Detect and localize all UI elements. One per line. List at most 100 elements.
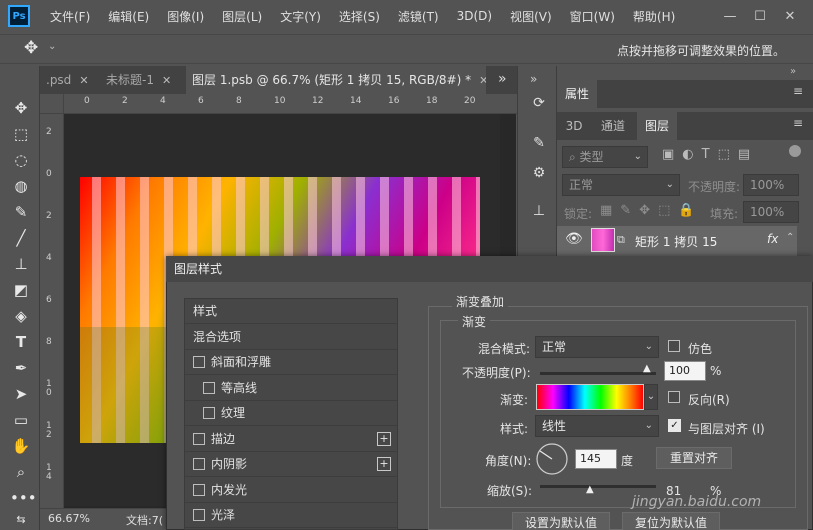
- menu-window[interactable]: 窗口(W): [570, 8, 615, 25]
- clone-source-icon[interactable]: ⊥: [528, 200, 550, 222]
- align-checkbox[interactable]: ✓: [668, 419, 681, 432]
- adjustments-icon[interactable]: ⚙: [528, 162, 550, 184]
- tab-layer1-psb[interactable]: 图层 1.psb @ 66.7% (矩形 1 拷贝 15, RGB/8#) * ✕: [186, 66, 486, 94]
- tab-properties[interactable]: 属性: [557, 80, 597, 108]
- opacity-field[interactable]: 100%: [743, 174, 799, 196]
- reverse-checkbox[interactable]: [668, 391, 680, 403]
- marquee-icon[interactable]: ⬚: [10, 124, 32, 144]
- lasso-icon[interactable]: ◌: [10, 150, 32, 170]
- style-checkbox[interactable]: [193, 458, 205, 470]
- style-list-item[interactable]: 纹理: [185, 401, 397, 426]
- fx-badge[interactable]: fx: [767, 232, 778, 246]
- move-tool-icon[interactable]: ✥: [24, 38, 38, 58]
- set-default-button[interactable]: 设置为默认值: [512, 512, 610, 530]
- opacity-input[interactable]: 100: [664, 361, 706, 381]
- close-icon[interactable]: ✕: [79, 74, 88, 87]
- filter-toggle-icon[interactable]: [789, 145, 801, 157]
- menu-select[interactable]: 选择(S): [339, 8, 380, 25]
- style-checkbox[interactable]: [193, 509, 205, 521]
- brush-icon[interactable]: ╱: [10, 228, 32, 248]
- add-icon[interactable]: +: [377, 431, 391, 446]
- style-list-item[interactable]: 光泽: [185, 503, 397, 528]
- layer-name[interactable]: 矩形 1 拷贝 15: [635, 233, 717, 250]
- blend-mode-select[interactable]: 正常 ⌄: [562, 174, 680, 196]
- history-icon[interactable]: ⟳: [528, 92, 550, 114]
- style-list-item[interactable]: 斜面和浮雕: [185, 350, 397, 375]
- tab-untitled[interactable]: 未标题-1 ✕: [100, 66, 184, 94]
- close-icon[interactable]: ✕: [162, 74, 171, 87]
- rectangle-icon[interactable]: ▭: [10, 410, 32, 430]
- style-dropdown[interactable]: 线性 ⌄: [535, 415, 659, 437]
- restore-button[interactable]: ☐: [745, 9, 775, 24]
- style-checkbox[interactable]: [203, 407, 215, 419]
- style-list-item[interactable]: 样式: [185, 299, 397, 324]
- angle-dial[interactable]: [535, 442, 569, 476]
- tab-layers[interactable]: 图层: [637, 112, 677, 140]
- eraser-icon[interactable]: ◩: [10, 280, 32, 300]
- chevron-down-icon[interactable]: ⌄: [48, 41, 56, 52]
- tab-3d[interactable]: 3D: [557, 112, 591, 140]
- style-checkbox[interactable]: [203, 381, 215, 394]
- quick-select-icon[interactable]: ◍: [10, 176, 32, 196]
- zoom-icon[interactable]: ⌕: [10, 462, 32, 482]
- stamp-icon[interactable]: ⊥: [10, 254, 32, 274]
- menu-filter[interactable]: 滤镜(T): [398, 8, 439, 25]
- panel-menu-icon[interactable]: ≡: [793, 116, 803, 130]
- angle-input[interactable]: 145: [575, 449, 617, 469]
- fill-field[interactable]: 100%: [743, 201, 799, 223]
- menu-image[interactable]: 图像(I): [167, 8, 204, 25]
- hand-icon[interactable]: ✋: [10, 436, 32, 456]
- reset-default-button[interactable]: 复位为默认值: [622, 512, 720, 530]
- gradient-icon[interactable]: ◈: [10, 306, 32, 326]
- eye-icon[interactable]: 👁: [565, 231, 583, 247]
- type-tool-icon[interactable]: T: [10, 332, 32, 352]
- tab-psd[interactable]: .psd ✕: [40, 66, 96, 94]
- brush-settings-icon[interactable]: ✎: [528, 132, 550, 154]
- pen-icon[interactable]: ✒: [10, 358, 32, 378]
- reset-align-button[interactable]: 重置对齐: [656, 447, 732, 469]
- collapse-icon[interactable]: »: [530, 72, 537, 86]
- more-tools-icon[interactable]: •••: [10, 488, 37, 508]
- panel-menu-icon[interactable]: ≡: [793, 84, 803, 98]
- minimize-button[interactable]: —: [715, 9, 745, 24]
- style-list-item[interactable]: 内阴影 +: [185, 452, 397, 477]
- menu-view[interactable]: 视图(V): [510, 8, 552, 25]
- menu-help[interactable]: 帮助(H): [633, 8, 675, 25]
- move-icon[interactable]: ✥: [10, 98, 32, 118]
- close-icon[interactable]: ✕: [479, 74, 486, 87]
- tab-overflow-icon[interactable]: »: [498, 71, 507, 87]
- zoom-level[interactable]: 66.67%: [48, 512, 90, 525]
- add-icon[interactable]: +: [377, 457, 391, 471]
- eyedropper-icon[interactable]: ✎: [10, 202, 32, 222]
- close-window-button[interactable]: ✕: [775, 9, 805, 24]
- chevron-up-icon[interactable]: ⌃: [786, 232, 794, 243]
- layer-filter-select[interactable]: ⌕ 类型 ⌄: [562, 146, 648, 168]
- swap-colors-icon[interactable]: ⇆: [10, 510, 32, 530]
- style-list-item[interactable]: 描边 +: [185, 427, 397, 452]
- tab-channels[interactable]: 通道: [593, 112, 633, 140]
- menu-layer[interactable]: 图层(L): [222, 8, 262, 25]
- menu-file[interactable]: 文件(F): [50, 8, 90, 25]
- lock-icons[interactable]: ▦✎✥⬚🔒: [600, 203, 703, 218]
- slider-handle-icon[interactable]: ▲: [643, 363, 651, 374]
- opacity-slider[interactable]: [540, 372, 656, 375]
- filter-icons[interactable]: ▣◐T⬚▤: [662, 147, 758, 162]
- blend-mode-dropdown[interactable]: 正常 ⌄: [535, 336, 659, 358]
- style-checkbox[interactable]: [193, 356, 205, 368]
- style-list-item[interactable]: 等高线: [185, 376, 397, 401]
- scale-slider[interactable]: [540, 485, 656, 488]
- style-list-item[interactable]: 混合选项: [185, 325, 397, 350]
- layer-row[interactable]: 👁 ⧉ 矩形 1 拷贝 15 fx: [557, 226, 797, 256]
- gradient-swatch[interactable]: [536, 384, 644, 410]
- slider-handle-icon[interactable]: ▲: [586, 484, 594, 495]
- style-list-item[interactable]: 内发光: [185, 478, 397, 503]
- dither-checkbox[interactable]: [668, 340, 680, 352]
- style-checkbox[interactable]: [193, 483, 205, 496]
- path-select-icon[interactable]: ➤: [10, 384, 32, 404]
- menu-3d[interactable]: 3D(D): [457, 9, 492, 23]
- menu-edit[interactable]: 编辑(E): [108, 8, 149, 25]
- gradient-dropdown[interactable]: ⌄: [644, 384, 658, 410]
- menu-type[interactable]: 文字(Y): [280, 8, 321, 25]
- style-checkbox[interactable]: [193, 432, 205, 445]
- panel-collapse-icon[interactable]: »: [790, 66, 796, 77]
